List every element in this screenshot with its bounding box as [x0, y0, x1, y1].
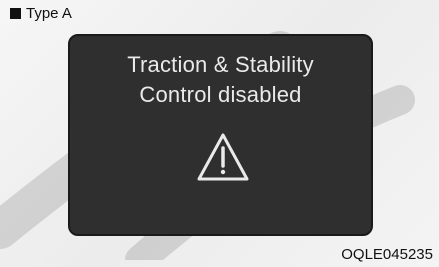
- figure-frame: Type A Traction & Stability Control disa…: [0, 0, 439, 267]
- message-line-2: Control disabled: [139, 82, 302, 107]
- cluster-display: Traction & Stability Control disabled: [68, 34, 373, 236]
- type-label-text: Type A: [26, 5, 72, 22]
- figure-code: OQLE045235: [341, 246, 433, 263]
- message-line-1: Traction & Stability: [127, 52, 314, 77]
- warning-triangle-icon: [197, 133, 249, 181]
- type-label: Type A: [10, 5, 72, 23]
- square-bullet-icon: [10, 8, 21, 19]
